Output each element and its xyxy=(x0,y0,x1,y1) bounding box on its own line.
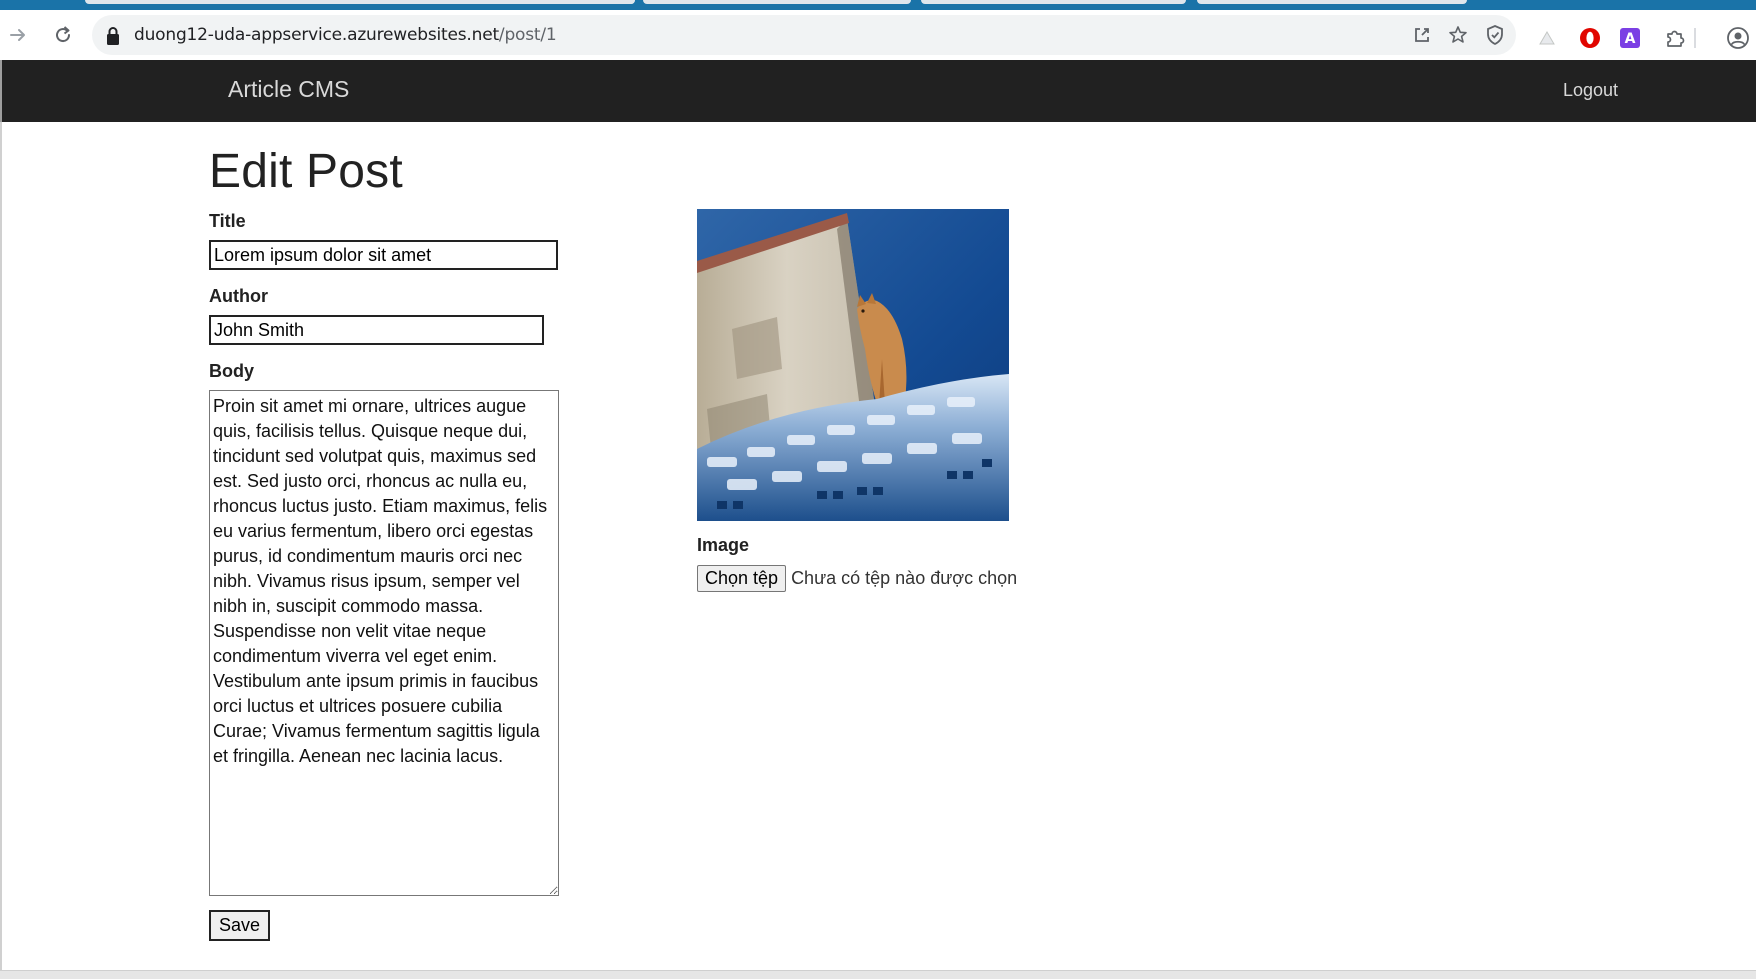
share-icon[interactable] xyxy=(1410,23,1434,47)
browser-tab[interactable] xyxy=(365,0,635,4)
a-extension-icon[interactable]: A xyxy=(1618,26,1642,50)
title-label: Title xyxy=(209,211,246,231)
body-textarea[interactable]: Proin sit amet mi ornare, ultrices augue… xyxy=(209,390,559,896)
body-label: Body xyxy=(209,361,254,381)
browser-tab[interactable] xyxy=(921,0,1186,4)
opera-extension-icon[interactable] xyxy=(1578,26,1602,50)
logout-link[interactable]: Logout xyxy=(1563,80,1618,101)
svg-text:A: A xyxy=(1625,31,1636,47)
star-icon[interactable] xyxy=(1446,23,1470,47)
toolbar-divider xyxy=(1694,28,1696,48)
image-file-input[interactable]: Chọn tệp Chưa có tệp nào được chọn xyxy=(697,565,1017,592)
reload-button[interactable] xyxy=(49,21,77,49)
title-input[interactable] xyxy=(209,240,558,270)
post-image xyxy=(697,209,1009,521)
file-status-text: Chưa có tệp nào được chọn xyxy=(791,568,1018,588)
lock-icon[interactable] xyxy=(104,25,122,52)
browser-toolbar: duong12-uda-appservice.azurewebsites.net… xyxy=(0,10,1756,60)
address-url[interactable]: duong12-uda-appservice.azurewebsites.net… xyxy=(134,25,557,45)
browser-tab-strip xyxy=(0,0,1756,10)
author-input[interactable] xyxy=(209,315,544,345)
image-label: Image xyxy=(697,535,750,555)
reload-icon xyxy=(56,26,71,43)
window-bottom-edge xyxy=(0,970,1756,979)
url-host: duong12-uda-appservice.azurewebsites.net xyxy=(134,25,499,45)
forward-button[interactable] xyxy=(4,21,32,49)
page-title: Edit Post xyxy=(209,145,403,198)
puzzle-icon[interactable] xyxy=(1663,26,1687,50)
shield-icon[interactable] xyxy=(1483,23,1507,47)
browser-tab[interactable] xyxy=(643,0,911,4)
profile-icon[interactable] xyxy=(1726,26,1750,50)
save-button[interactable]: Save xyxy=(209,910,271,941)
choose-file-button[interactable]: Chọn tệp xyxy=(697,565,787,592)
author-label: Author xyxy=(209,286,268,306)
address-bar[interactable]: duong12-uda-appservice.azurewebsites.net… xyxy=(92,15,1516,55)
browser-tab[interactable] xyxy=(1197,0,1467,4)
arrow-right-icon xyxy=(10,29,25,41)
site-navbar: Article CMS Logout xyxy=(0,60,1756,122)
triangle-extension-icon[interactable] xyxy=(1535,26,1559,50)
brand-link[interactable]: Article CMS xyxy=(228,76,349,103)
window-edge xyxy=(0,122,2,972)
url-path: /post/1 xyxy=(498,25,557,45)
